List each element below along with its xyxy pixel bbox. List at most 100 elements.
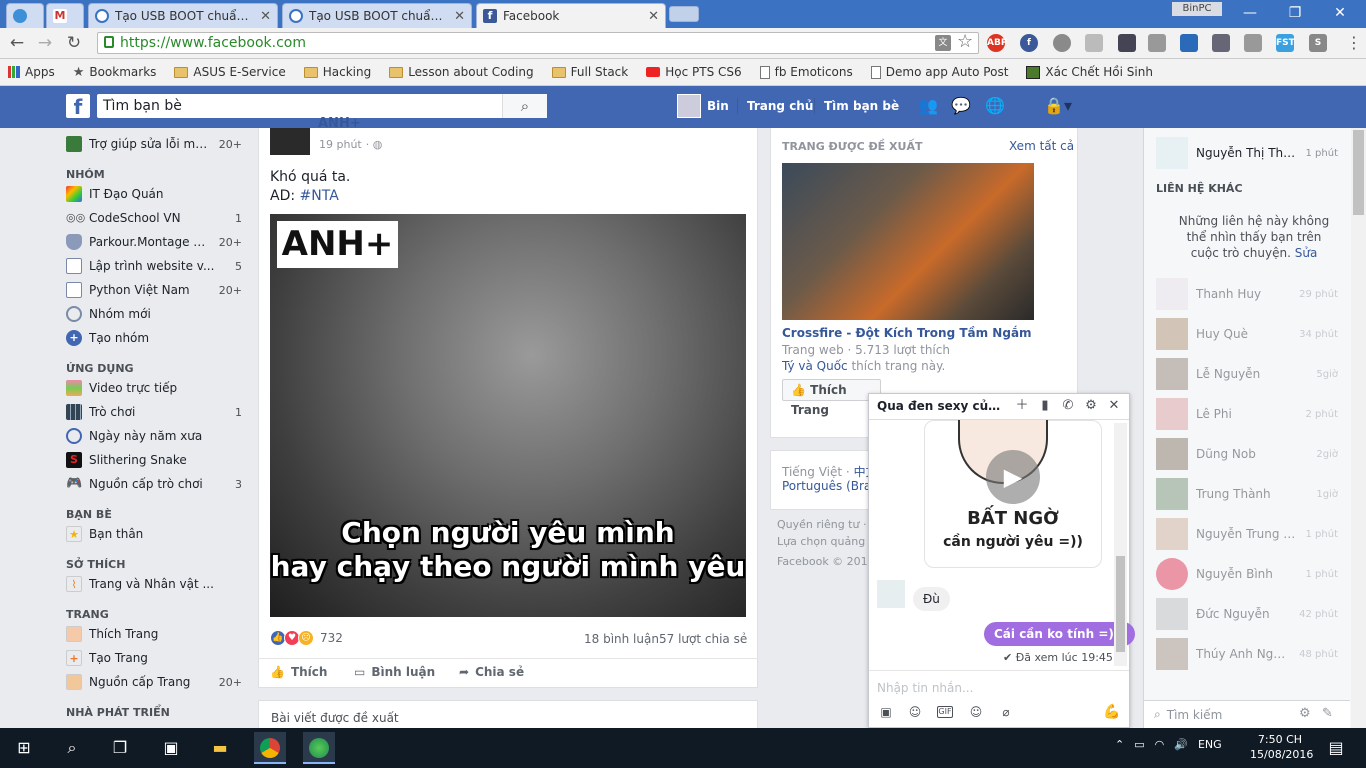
like-button[interactable]: 👍 Thích xyxy=(270,665,327,679)
chrome-taskbar-button[interactable] xyxy=(254,732,286,764)
pages-people-link[interactable]: ⌇ Trang và Nhân vật ... xyxy=(66,574,242,594)
close-chat-icon[interactable]: ✕ xyxy=(1106,398,1122,414)
group-item[interactable]: Lập trình website v... 5 xyxy=(66,256,242,276)
page-scrollbar-thumb[interactable] xyxy=(1353,130,1364,215)
page-item[interactable]: + Tạo Trang xyxy=(66,648,242,668)
eye-extension-icon[interactable] xyxy=(1212,34,1230,52)
home-link[interactable]: Trang chủ xyxy=(747,96,813,116)
messages-icon[interactable]: 💬 xyxy=(951,96,971,116)
search-icon[interactable]: ⌕ xyxy=(58,734,86,762)
battery-icon[interactable]: ▭ xyxy=(1134,738,1144,751)
chat-contact[interactable]: Nguyễn Trung T... 1 phút xyxy=(1156,518,1338,550)
chat-settings-icon[interactable]: ⚙ xyxy=(1299,706,1311,721)
friends-like-names[interactable]: Tý và Quốc xyxy=(782,359,848,373)
find-friends-link[interactable]: Tìm bạn bè xyxy=(824,96,899,116)
emoji-icon[interactable]: ☺ xyxy=(968,704,984,720)
restore-icon[interactable]: ❐ xyxy=(1281,4,1309,22)
account-menu-icon[interactable]: 🔒▾ xyxy=(1038,96,1078,116)
play-icon[interactable]: ▶ xyxy=(986,450,1040,504)
post-author-avatar[interactable] xyxy=(270,128,310,155)
forward-icon[interactable]: → xyxy=(36,34,54,52)
close-tab-icon[interactable]: ✕ xyxy=(260,9,271,24)
app-item[interactable]: Video trực tiếp xyxy=(66,378,242,398)
translate-icon[interactable]: 文 xyxy=(935,35,951,51)
chat-contact[interactable]: Thúy Anh Nguyễn 48 phút xyxy=(1156,638,1338,670)
comments-count[interactable]: 18 bình luận xyxy=(584,632,659,646)
reaction-summary[interactable]: 👍 ♥ ☹ 732 xyxy=(270,630,343,646)
network-icon[interactable]: ◠ xyxy=(1155,738,1165,751)
shares-count[interactable]: 57 lượt chia sẻ xyxy=(659,632,747,646)
app-item[interactable]: Trò chơi 1 xyxy=(66,402,242,422)
emoji-reaction-icon[interactable]: 💪 xyxy=(1103,704,1120,720)
extension-globe-icon[interactable] xyxy=(1053,34,1071,52)
share-button[interactable]: ➦ Chia sẻ xyxy=(459,665,524,679)
windows-start-icon[interactable]: ⊞ xyxy=(10,734,38,762)
download-manager-taskbar-button[interactable] xyxy=(303,732,335,764)
bookmark-demo[interactable]: Demo app Auto Post xyxy=(870,65,1008,79)
phone-call-icon[interactable]: ✆ xyxy=(1060,398,1076,414)
camera-app-icon[interactable]: ▣ xyxy=(157,734,185,762)
search-icon[interactable]: ⌕ xyxy=(502,94,547,118)
suggested-page-image[interactable] xyxy=(782,163,1034,320)
chat-contact[interactable]: Huy Què 34 phút xyxy=(1156,318,1338,350)
friend-requests-icon[interactable]: 👥 xyxy=(918,96,938,116)
browser-tab-4[interactable]: Tạo USB BOOT chuẩn UEF ✕ xyxy=(282,3,472,28)
minimize-icon[interactable]: — xyxy=(1236,4,1264,22)
taskbar-clock[interactable]: 7:50 CH 15/08/2016 xyxy=(1250,732,1313,762)
browser-tab-1[interactable] xyxy=(6,3,44,28)
attach-icon[interactable]: ⌀ xyxy=(998,704,1014,720)
video-call-icon[interactable]: ▮ xyxy=(1037,398,1053,414)
sender-avatar[interactable] xyxy=(877,580,905,608)
task-view-icon[interactable]: ❐ xyxy=(106,734,134,762)
browser-profile-name[interactable]: BinPC xyxy=(1172,2,1222,16)
facebook-extension-icon[interactable]: f xyxy=(1020,34,1038,52)
user-avatar[interactable] xyxy=(677,94,701,118)
photo-icon[interactable]: ▣ xyxy=(878,704,894,720)
star-extension-icon[interactable] xyxy=(1180,34,1198,52)
bookmark-star-icon[interactable]: ☆ xyxy=(957,31,973,52)
chat-contact[interactable]: Nguyễn Bình 1 phút xyxy=(1156,558,1338,590)
close-tab-icon[interactable]: ✕ xyxy=(454,9,465,24)
bookmark-bookmarks[interactable]: ★ Bookmarks xyxy=(73,65,157,80)
chat-contact[interactable]: Lê Phi 2 phút xyxy=(1156,398,1338,430)
footer-links[interactable]: Lựa chọn quảng xyxy=(777,535,865,548)
facebook-search-input[interactable]: Tìm bạn bè xyxy=(97,94,547,118)
chat-contact[interactable]: Trung Thành 1giờ xyxy=(1156,478,1338,510)
bookmark-emoticons[interactable]: fb Emoticons xyxy=(759,65,853,79)
suggested-page-name[interactable]: Crossfire - Đột Kích Trong Tầm Ngắm xyxy=(782,326,1072,340)
left-nav-top-item[interactable]: Trợ giúp sửa lỗi má... 20+ xyxy=(66,134,242,154)
fst-extension-icon[interactable]: FST xyxy=(1276,34,1295,52)
shield-dark-extension-icon[interactable] xyxy=(1118,34,1136,52)
tray-chevron-icon[interactable]: ⌃ xyxy=(1115,738,1124,751)
chat-contact[interactable]: Lễ Nguyễn 5giờ xyxy=(1156,358,1338,390)
notifications-globe-icon[interactable]: 🌐 xyxy=(985,96,1005,116)
create-group-link[interactable]: + Tạo nhóm xyxy=(66,328,242,348)
chat-settings-icon[interactable]: ⚙ xyxy=(1083,398,1099,414)
language-option[interactable]: Português (Bras xyxy=(782,479,878,493)
comment-button[interactable]: ▭ Bình luận xyxy=(354,665,435,679)
browser-tab-2[interactable]: M xyxy=(46,3,84,28)
browser-tab-facebook[interactable]: f Facebook ✕ xyxy=(476,3,666,28)
bookmark-fullstack[interactable]: Full Stack xyxy=(551,65,628,79)
tools-extension-icon[interactable] xyxy=(1148,34,1166,52)
input-language[interactable]: ENG xyxy=(1198,738,1222,751)
gif-icon[interactable]: GIF xyxy=(937,706,953,718)
reload-icon[interactable]: ↻ xyxy=(65,34,83,52)
bookmark-xac-chet[interactable]: Xác Chết Hồi Sinh xyxy=(1026,65,1153,79)
post-hashtag[interactable]: #NTA xyxy=(300,188,339,204)
app-item[interactable]: Ngày này năm xưa xyxy=(66,426,242,446)
chat-search-input[interactable]: ⌕ Tìm kiếm xyxy=(1154,707,1222,722)
address-bar[interactable]: https://www.facebook.com xyxy=(97,32,979,54)
bookmark-pts[interactable]: Học PTS CS6 xyxy=(646,65,742,79)
browser-menu-icon[interactable]: ⋮ xyxy=(1346,33,1362,53)
page-scrollbar[interactable] xyxy=(1351,128,1366,728)
like-page-button[interactable]: 👍 Thích Trang xyxy=(782,379,881,417)
shield-extension-icon[interactable] xyxy=(1085,34,1103,52)
adblock-plus-icon[interactable]: ABP xyxy=(987,34,1007,52)
see-all-link[interactable]: Xem tất cả xyxy=(1009,139,1074,153)
edit-link[interactable]: Sửa xyxy=(1295,246,1318,260)
new-message-icon[interactable]: ✎ xyxy=(1322,706,1333,721)
close-window-icon[interactable]: ✕ xyxy=(1326,4,1354,22)
chat-contact[interactable]: Thanh Huy 29 phút xyxy=(1156,278,1338,310)
bookmark-asus[interactable]: ASUS E-Service xyxy=(174,65,286,79)
